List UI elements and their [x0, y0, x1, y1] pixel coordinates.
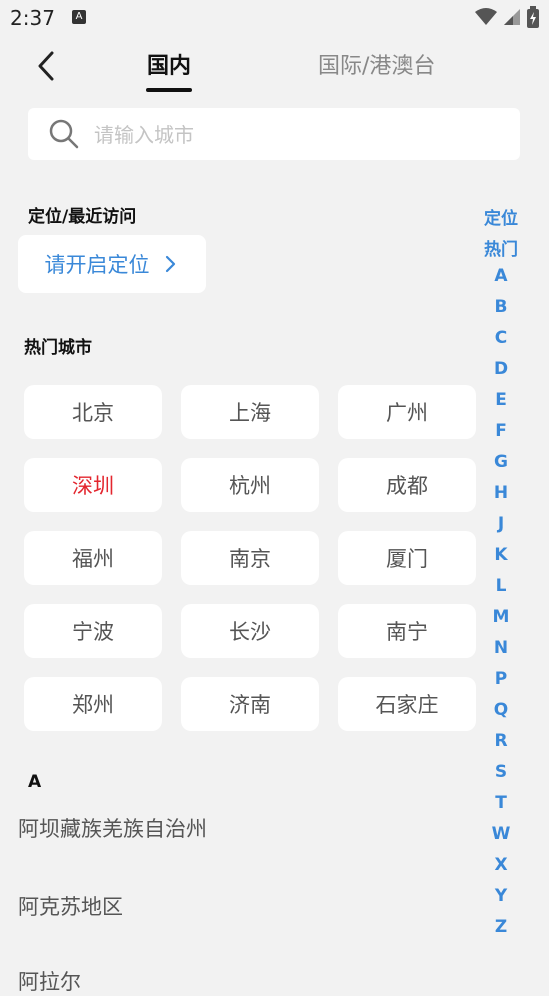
index-item[interactable]: K — [478, 545, 524, 565]
index-item[interactable]: C — [478, 328, 524, 348]
index-item[interactable]: M — [478, 607, 524, 627]
hot-city-button[interactable]: 厦门 — [338, 531, 476, 585]
index-item[interactable]: R — [478, 731, 524, 751]
top-bar: 国内 国际/港澳台 — [0, 36, 549, 96]
hot-city-button[interactable]: 杭州 — [181, 458, 319, 512]
hot-city-button[interactable]: 广州 — [338, 385, 476, 439]
tab-indicator — [146, 88, 192, 92]
hot-city-button[interactable]: 深圳 — [24, 458, 162, 512]
hot-city-button[interactable]: 北京 — [24, 385, 162, 439]
hot-city-button[interactable]: 长沙 — [181, 604, 319, 658]
index-item[interactable]: P — [478, 669, 524, 689]
city-list-item[interactable]: 阿克苏地区 — [18, 891, 123, 921]
index-item[interactable]: F — [478, 421, 524, 441]
tab-international[interactable]: 国际/港澳台 — [318, 48, 435, 80]
index-item[interactable]: Z — [478, 917, 524, 937]
hot-city-button[interactable]: 济南 — [181, 677, 319, 731]
index-item[interactable]: Q — [478, 700, 524, 720]
status-time: 2:37 — [10, 6, 55, 30]
status-bar: 2:37 A — [0, 0, 549, 36]
index-item[interactable]: Y — [478, 886, 524, 906]
signal-icon — [504, 9, 520, 25]
battery-icon — [527, 6, 539, 28]
chevron-left-icon — [38, 51, 54, 81]
hot-city-button[interactable]: 成都 — [338, 458, 476, 512]
index-item[interactable]: B — [478, 297, 524, 317]
index-item[interactable]: 热门 — [478, 235, 524, 260]
location-section-title: 定位/最近访问 — [28, 207, 137, 227]
index-item[interactable]: H — [478, 483, 524, 503]
hot-cities-title: 热门城市 — [24, 338, 92, 358]
index-item[interactable]: T — [478, 793, 524, 813]
letter-header: A — [28, 772, 42, 792]
hot-city-button[interactable]: 上海 — [181, 385, 319, 439]
hot-city-button[interactable]: 南宁 — [338, 604, 476, 658]
index-item[interactable]: N — [478, 638, 524, 658]
city-list-item[interactable]: 阿坝藏族羌族自治州 — [18, 813, 207, 843]
index-item[interactable]: E — [478, 390, 524, 410]
notification-icon: A — [72, 10, 86, 24]
back-button[interactable] — [28, 46, 64, 86]
search-input[interactable] — [92, 108, 506, 162]
enable-location-button[interactable]: 请开启定位 — [18, 235, 206, 293]
index-item[interactable]: A — [478, 266, 524, 286]
hot-city-button[interactable]: 福州 — [24, 531, 162, 585]
status-icons — [475, 6, 539, 28]
hot-city-button[interactable]: 石家庄 — [338, 677, 476, 731]
index-item[interactable]: S — [478, 762, 524, 782]
index-item[interactable]: W — [478, 824, 524, 844]
search-bar — [28, 108, 520, 162]
index-item[interactable]: D — [478, 359, 524, 379]
index-item[interactable]: X — [478, 855, 524, 875]
hot-city-button[interactable]: 宁波 — [24, 604, 162, 658]
hot-city-button[interactable]: 郑州 — [24, 677, 162, 731]
index-item[interactable]: G — [478, 452, 524, 472]
tab-domestic[interactable]: 国内 — [147, 48, 191, 80]
hot-city-button[interactable]: 南京 — [181, 531, 319, 585]
city-list-item[interactable]: 阿拉尔 — [18, 966, 81, 996]
enable-location-label: 请开启定位 — [44, 253, 150, 277]
chevron-right-icon — [165, 255, 175, 273]
wifi-icon — [475, 8, 497, 25]
index-item[interactable]: L — [478, 576, 524, 596]
index-item[interactable]: J — [478, 514, 524, 534]
search-icon — [49, 119, 79, 149]
index-item[interactable]: 定位 — [478, 204, 524, 229]
